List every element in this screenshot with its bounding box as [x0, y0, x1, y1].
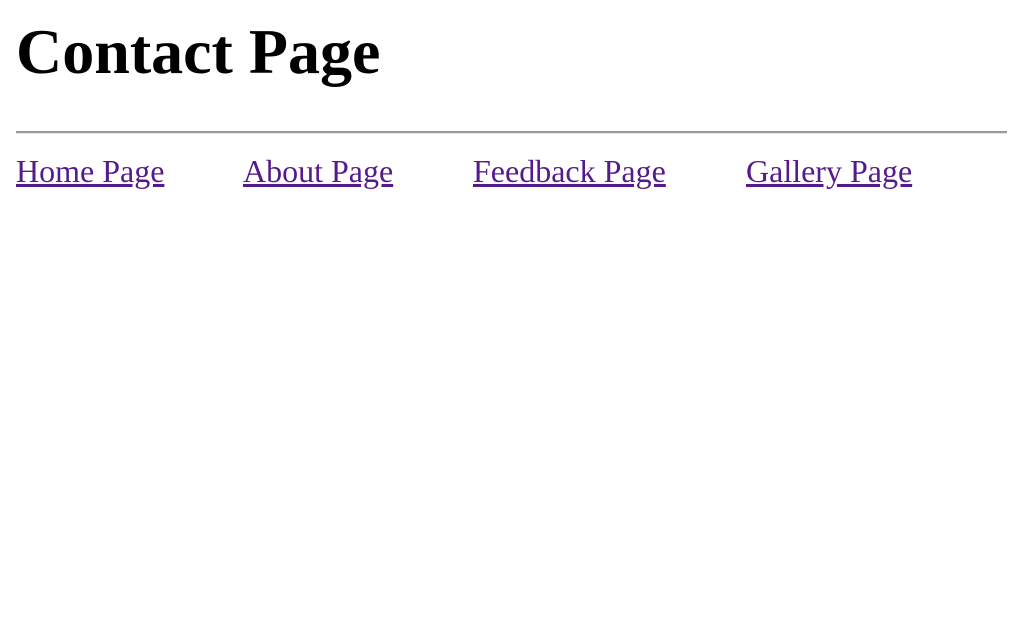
gallery-page-link[interactable]: Gallery Page — [746, 152, 912, 190]
about-page-link[interactable]: About Page — [243, 152, 393, 190]
page-title: Contact Page — [16, 16, 381, 87]
home-page-link[interactable]: Home Page — [16, 152, 164, 190]
page-container: Contact Page Home Page About Page Feedba… — [0, 0, 1023, 623]
feedback-page-link[interactable]: Feedback Page — [473, 152, 666, 190]
horizontal-divider — [16, 131, 1007, 134]
